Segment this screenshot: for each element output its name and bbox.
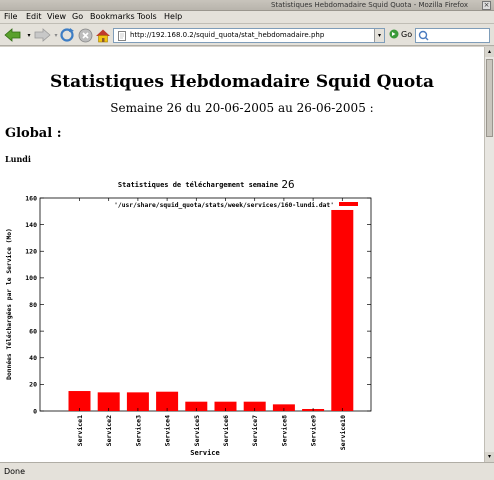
- url-field[interactable]: http://192.168.0.2/squid_quota/stat_hebd…: [113, 28, 385, 43]
- menu-file[interactable]: File: [4, 12, 17, 21]
- x-axis-title: Service: [190, 449, 220, 457]
- y-tick-label: 140: [25, 221, 37, 229]
- menu-bookmarks[interactable]: Bookmarks: [90, 12, 135, 21]
- go-button[interactable]: Go: [389, 29, 412, 39]
- menu-help[interactable]: Help: [164, 12, 182, 21]
- y-tick-label: 80: [29, 301, 37, 309]
- status-bar: Done: [0, 462, 494, 480]
- y-tick-label: 20: [29, 381, 37, 389]
- window-title: Statistiques Hebdomadaire Squid Quota - …: [270, 1, 468, 9]
- x-tick-label: Service10: [339, 415, 347, 450]
- y-tick-label: 60: [29, 327, 37, 335]
- x-tick-label: Service7: [251, 415, 259, 446]
- menu-view[interactable]: View: [47, 12, 66, 21]
- bar-service10: [331, 209, 354, 411]
- back-button[interactable]: [3, 27, 25, 43]
- x-tick-label: Service8: [280, 415, 288, 446]
- window-titlebar: Statistiques Hebdomadaire Squid Quota - …: [0, 0, 494, 11]
- x-tick-label: Service3: [134, 415, 142, 446]
- y-axis-title: Données Téléchargées par le Service (Mo): [5, 228, 13, 380]
- page-title: Statistiques Hebdomadaire Squid Quota: [49, 72, 435, 92]
- y-tick-label: 0: [33, 407, 37, 415]
- scroll-up-icon[interactable]: ▴: [485, 47, 494, 57]
- forward-button[interactable]: [32, 27, 52, 43]
- y-tick-label: 40: [29, 354, 37, 362]
- week-heading: Semaine 26 du 20-06-2005 au 26-06-2005 :: [110, 101, 374, 115]
- plot-area: [39, 197, 372, 412]
- go-icon: [389, 29, 399, 39]
- legend-swatch: [339, 202, 358, 206]
- stop-icon: [78, 28, 92, 42]
- page-icon: [118, 31, 126, 41]
- menu-go[interactable]: Go: [72, 12, 83, 21]
- search-field[interactable]: [415, 28, 490, 43]
- close-window-icon[interactable]: ×: [482, 1, 491, 10]
- stop-button[interactable]: [77, 27, 93, 43]
- x-tick-label: Service5: [193, 415, 201, 446]
- url-text[interactable]: http://192.168.0.2/squid_quota/stat_hebd…: [130, 31, 324, 39]
- chart-title: Statistiques de téléchargement semaine: [118, 181, 278, 189]
- x-tick-label: Service2: [105, 415, 113, 446]
- reload-icon: [60, 28, 74, 42]
- page-content: Statistiques Hebdomadaire Squid Quota Se…: [0, 47, 484, 462]
- chart-title-week: 26: [281, 178, 294, 191]
- x-tick-label: Service1: [76, 415, 84, 446]
- scroll-down-icon[interactable]: ▾: [485, 452, 494, 462]
- download-stats-chart: Statistiques de téléchargement semaine 2…: [5, 178, 372, 457]
- day-label: Lundi: [5, 154, 31, 164]
- y-tick-label: 160: [25, 194, 37, 202]
- y-tick-label: 100: [25, 274, 37, 282]
- back-arrow-icon: [4, 28, 21, 42]
- home-icon: [96, 29, 110, 42]
- reload-button[interactable]: [58, 27, 76, 43]
- x-tick-label: Service6: [222, 415, 230, 446]
- menu-tools[interactable]: Tools: [137, 12, 157, 21]
- y-tick-label: 120: [25, 248, 37, 256]
- menu-bar: File Edit View Go Bookmarks Tools Help: [0, 11, 494, 24]
- vertical-scrollbar[interactable]: ▴ ▾: [484, 47, 494, 462]
- x-tick-label: Service9: [310, 415, 318, 446]
- global-heading: Global :: [5, 126, 62, 141]
- search-engine-icon: [418, 30, 429, 41]
- home-button[interactable]: [95, 27, 111, 43]
- url-dropdown-icon[interactable]: ▾: [374, 29, 384, 42]
- menu-edit[interactable]: Edit: [26, 12, 42, 21]
- legend-label: '/usr/share/squid_quota/stats/week/servi…: [114, 201, 334, 209]
- scroll-thumb[interactable]: [486, 59, 493, 137]
- navigation-toolbar: ▾ ▾ http://192.168.0.2/squid_quota/stat_…: [0, 24, 494, 46]
- status-text: Done: [4, 467, 26, 476]
- x-tick-label: Service4: [164, 415, 172, 446]
- go-label: Go: [401, 29, 413, 39]
- forward-arrow-icon: [34, 28, 51, 42]
